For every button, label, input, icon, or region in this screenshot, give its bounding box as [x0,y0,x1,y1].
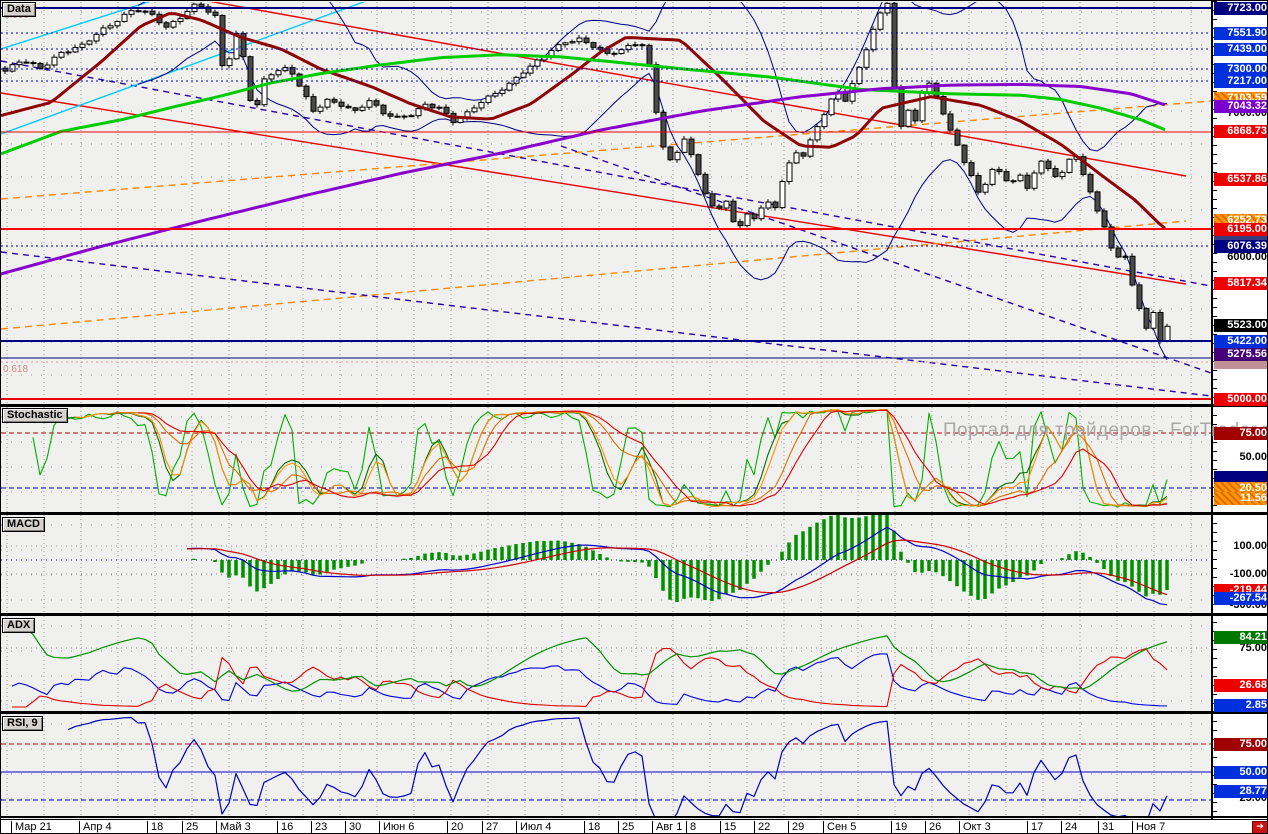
date-label: Июл 4 [516,821,552,834]
indicator-chip-adx: ADX [2,618,35,633]
date-label: 24 [1061,821,1077,834]
axis-label: 11.56 [1214,492,1268,505]
date-label: 20 [447,821,463,834]
series-title-chip: Data [2,2,36,17]
date-label: Мар 21 [11,821,52,834]
date-label: 25 [182,821,198,834]
axis-label: 5523.00 [1214,319,1268,332]
date-label: 27 [482,821,498,834]
date-label: 26 [925,821,941,834]
trading-chart-window: 1.000 0.618 Data Stochastic MACD ADX RSI… [0,0,1268,834]
axis-label: 7043.32 [1214,100,1268,113]
axis-label: 5817.34 [1214,277,1268,290]
axis-label: 5422.00 [1214,335,1268,348]
axis-label: 28.77 [1214,785,1268,798]
panel-separator[interactable] [1,404,1268,407]
date-axis[interactable]: Мар 21 Апр 4 18 25 Май 3 16 23 30 Июн 6 20 27 Июл 4… [1,819,1268,834]
price-axis[interactable] [1213,1,1268,819]
date-label: 15 [720,821,736,834]
date-label: 19 [891,821,907,834]
date-label: 17 [1027,821,1043,834]
date-label: 16 [277,821,293,834]
date-label: 23 [311,821,327,834]
date-label: 22 [754,821,770,834]
date-label: Апр 4 [79,821,112,834]
date-label: 8 [686,821,696,834]
axis-label: 7723.00 [1214,2,1268,15]
date-label: Июн 6 [379,821,414,834]
date-label: Сен 5 [823,821,856,834]
date-label: Ноя 7 [1132,821,1165,834]
date-label: 25 [618,821,634,834]
axis-label: 6868.73 [1214,125,1268,138]
date-label: Окт 3 [959,821,991,834]
axis-label: 50.00 [1214,451,1268,464]
price-axis-ticks [1213,1,1217,819]
date-label: 30 [345,821,361,834]
date-label: 31 [1098,821,1114,834]
axis-label: -100.00 [1214,568,1268,581]
axis-label: 26.68 [1214,679,1268,692]
axis-label: 7217.00 [1214,75,1268,88]
axis-label: 6537.86 [1214,173,1268,186]
axis-label: 50.00 [1214,766,1268,779]
panel-separator[interactable] [1,613,1268,616]
axis-label: 75.00 [1214,738,1268,751]
axis-label: 7551.90 [1214,27,1268,40]
fib-level-label: 0.618 [3,364,28,375]
axis-label: 5275.56 [1214,348,1268,361]
axis-label: 6076.39 [1214,240,1268,253]
axis-label: 5000.00 [1214,393,1268,406]
axis-label: -267.54 [1214,592,1268,605]
axis-label: 7439.00 [1214,43,1268,56]
panel-separator[interactable] [1,512,1268,515]
axis-label: 2.85 [1214,699,1268,712]
panel-separator[interactable] [1,711,1268,714]
date-label: 18 [147,821,163,834]
indicator-chip-rsi: RSI, 9 [2,716,43,731]
panel-separator [1,816,1268,818]
axis-label: 84.21 [1214,631,1268,644]
date-label: 18 [584,821,600,834]
date-label: 29 [788,821,804,834]
indicator-chip-stochastic: Stochastic [2,408,68,423]
axis-label: 6195.00 [1214,223,1268,236]
indicator-chip-macd: MACD [2,517,45,532]
scroll-right-button[interactable]: ➔ [1252,821,1268,834]
axis-label: 75.00 [1214,427,1268,440]
axis-label: 100.00 [1214,540,1268,553]
date-label: Май 3 [216,821,251,834]
chart-canvas[interactable] [1,1,1268,834]
date-label: Авг 1 [652,821,682,834]
